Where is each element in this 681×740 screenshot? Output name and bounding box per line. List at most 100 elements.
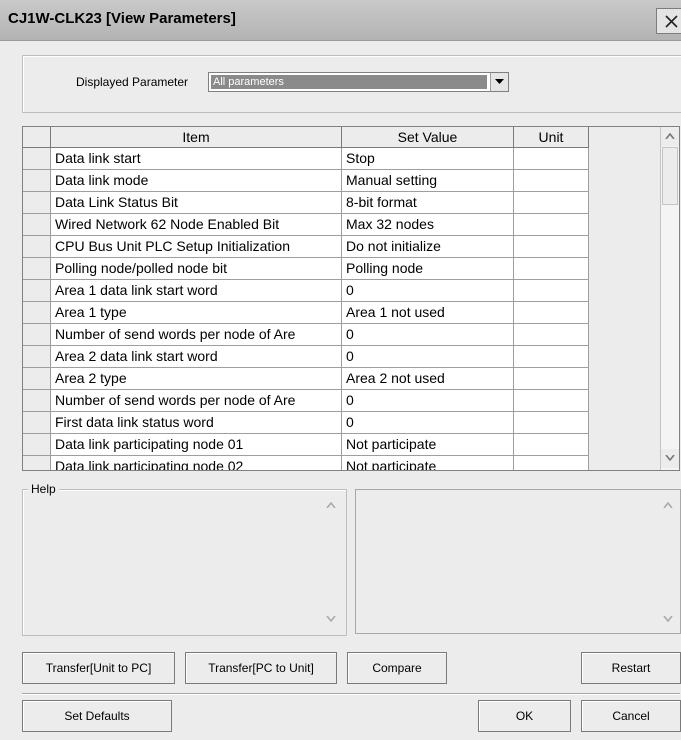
parameter-grid[interactable]: Item Set Value Unit Data link start Stop D… (22, 126, 680, 471)
help-detail-panel (355, 489, 681, 634)
scroll-thumb[interactable] (662, 147, 678, 205)
set-value-cell[interactable]: 8-bit format (342, 192, 514, 214)
restart-button[interactable]: Restart (581, 652, 681, 684)
set-value-cell[interactable]: 0 (342, 324, 514, 346)
table-row[interactable]: Area 2 type Area 2 not used (23, 368, 589, 390)
unit-cell (514, 258, 589, 280)
header-row-selector (23, 127, 51, 148)
table-row[interactable]: CPU Bus Unit PLC Setup Initialization Do … (23, 236, 589, 258)
table-row[interactable]: Data link mode Manual setting (23, 170, 589, 192)
help-scroll-up-button[interactable] (322, 496, 340, 515)
unit-cell (514, 368, 589, 390)
help-scrollbar-left[interactable] (322, 496, 341, 631)
set-value-cell[interactable]: 0 (342, 346, 514, 368)
unit-cell (514, 324, 589, 346)
ok-button[interactable]: OK (478, 700, 571, 732)
table-row[interactable]: Area 1 type Area 1 not used (23, 302, 589, 324)
row-selector (23, 390, 51, 412)
set-value-cell[interactable]: 0 (342, 280, 514, 302)
unit-cell (514, 148, 589, 170)
title-bar: CJ1W-CLK23 [View Parameters] (0, 0, 681, 41)
row-selector (23, 346, 51, 368)
row-selector (23, 214, 51, 236)
row-selector (23, 412, 51, 434)
unit-cell (514, 192, 589, 214)
item-cell: Data link start (51, 148, 342, 170)
unit-cell (514, 236, 589, 258)
item-cell: Data Link Status Bit (51, 192, 342, 214)
unit-cell (514, 412, 589, 434)
table-row[interactable]: Wired Network 62 Node Enabled Bit Max 32 … (23, 214, 589, 236)
unit-cell (514, 302, 589, 324)
displayed-parameter-select[interactable]: All parameters (208, 72, 509, 92)
unit-cell (514, 456, 589, 470)
set-value-cell[interactable]: Stop (342, 148, 514, 170)
row-selector (23, 434, 51, 456)
scroll-down-button[interactable] (661, 449, 679, 468)
table-row[interactable]: Area 1 data link start word 0 (23, 280, 589, 302)
table-row[interactable]: First data link status word 0 (23, 412, 589, 434)
table-row[interactable]: Data Link Status Bit 8-bit format (23, 192, 589, 214)
arrow-down-icon (665, 455, 675, 461)
detail-scroll-down-button[interactable] (659, 610, 677, 629)
set-value-cell[interactable]: Area 2 not used (342, 368, 514, 390)
item-cell: First data link status word (51, 412, 342, 434)
scroll-up-button[interactable] (661, 127, 679, 146)
table-row[interactable]: Data link start Stop (23, 148, 589, 170)
transfer-unit-to-pc-button[interactable]: Transfer[Unit to PC] (22, 652, 175, 684)
unit-cell (514, 214, 589, 236)
displayed-parameter-label: Displayed Parameter (76, 75, 189, 89)
set-defaults-button[interactable]: Set Defaults (22, 700, 172, 732)
help-scroll-down-button[interactable] (322, 610, 340, 629)
item-cell: CPU Bus Unit PLC Setup Initialization (51, 236, 342, 258)
item-cell: Data link mode (51, 170, 342, 192)
set-value-cell[interactable]: 0 (342, 390, 514, 412)
set-value-cell[interactable]: Area 1 not used (342, 302, 514, 324)
unit-cell (514, 346, 589, 368)
grid-header: Item Set Value Unit (23, 127, 589, 148)
set-value-cell[interactable]: Polling node (342, 258, 514, 280)
item-cell: Data link participating node 02 (51, 456, 342, 470)
button-separator (22, 693, 680, 695)
table-row[interactable]: Number of send words per node of Are 0 (23, 390, 589, 412)
item-cell: Number of send words per node of Are (51, 324, 342, 346)
set-value-cell[interactable]: Max 32 nodes (342, 214, 514, 236)
grid-scrollbar[interactable] (660, 127, 679, 470)
table-row[interactable]: Area 2 data link start word 0 (23, 346, 589, 368)
dropdown-button[interactable] (490, 73, 508, 91)
close-button[interactable] (656, 8, 681, 34)
help-groupbox (22, 489, 347, 636)
row-selector (23, 258, 51, 280)
row-selector (23, 148, 51, 170)
detail-scroll-up-button[interactable] (659, 496, 677, 515)
help-label: Help (28, 482, 59, 496)
row-selector (23, 170, 51, 192)
table-row[interactable]: Number of send words per node of Are 0 (23, 324, 589, 346)
header-item[interactable]: Item (51, 127, 342, 148)
transfer-pc-to-unit-button[interactable]: Transfer[PC to Unit] (185, 652, 337, 684)
set-value-cell[interactable]: Not participate (342, 434, 514, 456)
table-row[interactable]: Data link participating node 01 Not parti… (23, 434, 589, 456)
compare-button[interactable]: Compare (347, 652, 447, 684)
item-cell: Area 1 data link start word (51, 280, 342, 302)
arrow-up-icon (665, 133, 675, 139)
item-cell: Area 2 data link start word (51, 346, 342, 368)
set-value-cell[interactable]: 0 (342, 412, 514, 434)
row-selector (23, 280, 51, 302)
row-selector (23, 192, 51, 214)
cancel-button[interactable]: Cancel (581, 700, 681, 732)
item-cell: Polling node/polled node bit (51, 258, 342, 280)
item-cell: Data link participating node 01 (51, 434, 342, 456)
header-set-value[interactable]: Set Value (342, 127, 514, 148)
set-value-cell[interactable]: Do not initialize (342, 236, 514, 258)
item-cell: Area 1 type (51, 302, 342, 324)
help-scrollbar-right[interactable] (659, 496, 678, 631)
set-value-cell[interactable]: Not participate (342, 456, 514, 470)
window-title: CJ1W-CLK23 [View Parameters] (8, 10, 236, 27)
row-selector (23, 324, 51, 346)
table-row[interactable]: Data link participating node 02 Not parti… (23, 456, 589, 470)
set-value-cell[interactable]: Manual setting (342, 170, 514, 192)
table-row[interactable]: Polling node/polled node bit Polling node (23, 258, 589, 280)
item-cell: Number of send words per node of Are (51, 390, 342, 412)
header-unit[interactable]: Unit (514, 127, 589, 148)
